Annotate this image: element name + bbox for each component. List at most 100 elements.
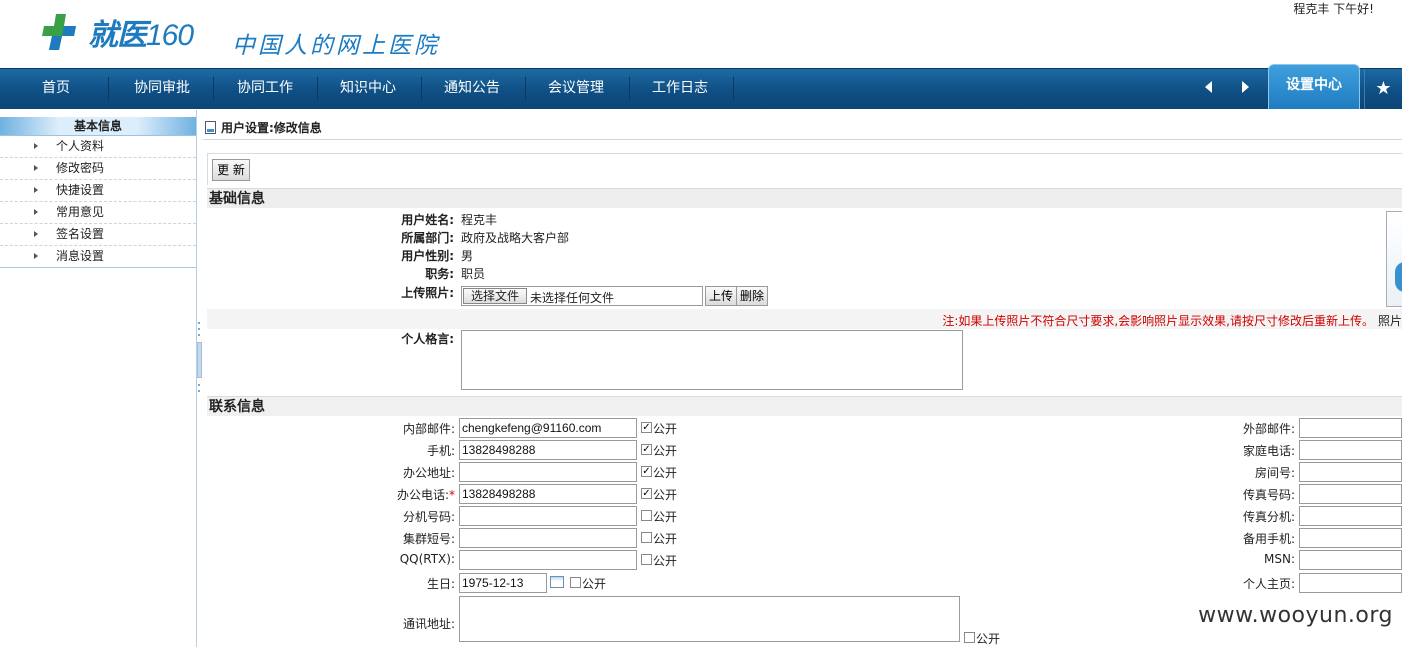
sidebar-item-label: 签名设置 bbox=[56, 227, 105, 241]
homepage-label: 个人主页: bbox=[1242, 577, 1295, 591]
splitter-grip bbox=[198, 328, 200, 330]
office-address-input[interactable] bbox=[459, 462, 637, 482]
arrow-right-icon bbox=[34, 187, 38, 193]
mobile-input[interactable]: 13828498288 bbox=[459, 440, 637, 460]
home-phone-input[interactable] bbox=[1299, 440, 1402, 460]
main-content: 用户设置:修改信息 更 新 基础信息 用户姓名: 程克丰 所属部门: 政府及战略… bbox=[203, 110, 1402, 647]
user-photo bbox=[1386, 211, 1402, 307]
photo-note-row: 注:如果上传照片不符合尺寸要求,会影响照片显示效果,请按尺寸修改后重新上传。 照… bbox=[207, 309, 1402, 329]
upload-button[interactable]: 上传 bbox=[705, 286, 738, 306]
cluster-short-input[interactable] bbox=[459, 528, 637, 548]
public-label: 公开 bbox=[653, 422, 678, 436]
arrow-right-icon bbox=[34, 165, 38, 171]
section-contact-info: 联系信息 bbox=[207, 396, 1402, 416]
sidebar-item-label: 快捷设置 bbox=[56, 183, 105, 197]
nav-item-settings[interactable]: 设置中心 bbox=[1268, 64, 1360, 109]
mailing-address-textarea[interactable] bbox=[459, 596, 960, 642]
external-mail-input[interactable] bbox=[1299, 418, 1402, 438]
sidebar-item-signature[interactable]: 签名设置 bbox=[0, 224, 196, 246]
collapse-sidebar-handle[interactable] bbox=[197, 342, 202, 378]
sidebar-item-password[interactable]: 修改密码 bbox=[0, 158, 196, 180]
motto-textarea[interactable] bbox=[461, 330, 963, 390]
internal-mail-public-checkbox[interactable]: ✓ bbox=[641, 422, 652, 433]
splitter-grip bbox=[198, 322, 200, 324]
public-label: 公开 bbox=[976, 632, 1001, 646]
sidebar-item-profile[interactable]: 个人资料 bbox=[0, 136, 196, 158]
birthday-public-checkbox[interactable] bbox=[570, 577, 581, 588]
room-number-input[interactable] bbox=[1299, 462, 1402, 482]
public-label: 公开 bbox=[653, 444, 678, 458]
photo-note-tail: 照片 bbox=[1377, 314, 1402, 328]
room-number-label: 房间号: bbox=[1254, 466, 1295, 480]
nav-item-knowledge[interactable]: 知识中心 bbox=[316, 69, 420, 109]
extension-input[interactable] bbox=[459, 506, 637, 526]
fax-extension-input[interactable] bbox=[1299, 506, 1402, 526]
delete-photo-button[interactable]: 删除 bbox=[736, 286, 769, 306]
arrow-right-icon bbox=[34, 209, 38, 215]
logo-text: 就医160 bbox=[88, 19, 194, 52]
arrow-right-icon bbox=[34, 253, 38, 259]
arrow-right-icon bbox=[34, 143, 38, 149]
nav-item-home[interactable]: 首页 bbox=[0, 69, 112, 109]
mobile-public-checkbox[interactable]: ✓ bbox=[641, 444, 652, 455]
sidebar-item-label: 修改密码 bbox=[56, 161, 105, 175]
extension-public-checkbox[interactable] bbox=[641, 510, 652, 521]
qq-label: QQ(RTX): bbox=[399, 552, 455, 566]
fax-number-input[interactable] bbox=[1299, 484, 1402, 504]
msn-input[interactable] bbox=[1299, 550, 1402, 570]
qq-input[interactable] bbox=[459, 550, 637, 570]
page-title: 用户设置:修改信息 bbox=[221, 121, 322, 135]
section-basic-info: 基础信息 bbox=[207, 188, 1402, 208]
office-phone-input[interactable]: 13828498288 bbox=[459, 484, 637, 504]
favorite-star-icon[interactable]: ★ bbox=[1364, 69, 1402, 109]
cluster-short-public-checkbox[interactable] bbox=[641, 532, 652, 543]
public-label: 公开 bbox=[653, 488, 678, 502]
qq-public-checkbox[interactable] bbox=[641, 554, 652, 565]
name-label: 用户姓名: bbox=[401, 213, 454, 227]
sidebar-heading[interactable]: 基本信息 bbox=[0, 117, 196, 136]
nav-item-meetings[interactable]: 会议管理 bbox=[524, 69, 628, 109]
backup-mobile-input[interactable] bbox=[1299, 528, 1402, 548]
nav-item-worklog[interactable]: 工作日志 bbox=[628, 69, 732, 109]
photo-file-input[interactable]: 选择文件 未选择任何文件 bbox=[461, 286, 703, 306]
office-phone-public-checkbox[interactable]: ✓ bbox=[641, 488, 652, 499]
address-public-checkbox[interactable] bbox=[964, 632, 975, 643]
external-mail-label: 外部邮件: bbox=[1242, 422, 1295, 436]
birthday-input[interactable]: 1975-12-13 bbox=[459, 573, 547, 593]
motto-label: 个人格言: bbox=[401, 332, 454, 346]
gender-label: 用户性别: bbox=[401, 249, 454, 263]
splitter-grip bbox=[198, 384, 200, 386]
no-file-text: 未选择任何文件 bbox=[530, 291, 615, 305]
nav-item-approval[interactable]: 协同审批 bbox=[110, 69, 214, 109]
office-address-public-checkbox[interactable]: ✓ bbox=[641, 466, 652, 477]
page-header: 就医160 中国人的网上医院 程克丰 下午好! bbox=[0, 0, 1402, 68]
calendar-icon[interactable] bbox=[550, 576, 564, 588]
page-icon bbox=[205, 121, 216, 134]
fax-extension-label: 传真分机: bbox=[1242, 510, 1295, 524]
page-title-bar: 用户设置:修改信息 bbox=[203, 110, 1402, 140]
job-title-label: 职务: bbox=[425, 267, 454, 281]
nav-scroll-left-icon[interactable] bbox=[1205, 81, 1212, 93]
site-logo[interactable]: 就医160 bbox=[40, 10, 194, 54]
sidebar-item-label: 消息设置 bbox=[56, 249, 105, 263]
nav-item-notices[interactable]: 通知公告 bbox=[420, 69, 524, 109]
internal-mail-input[interactable]: chengkefeng@91160.com bbox=[459, 418, 637, 438]
cluster-short-label: 集群短号: bbox=[402, 532, 455, 546]
public-label: 公开 bbox=[653, 466, 678, 480]
sidebar-item-common-opinions[interactable]: 常用意见 bbox=[0, 202, 196, 224]
photo-label: 上传照片: bbox=[401, 286, 454, 300]
choose-file-button[interactable]: 选择文件 bbox=[463, 288, 527, 304]
sidebar-item-messages[interactable]: 消息设置 bbox=[0, 246, 196, 268]
sidebar: 基本信息 个人资料 修改密码 快捷设置 常用意见 签名设置 消息设置 bbox=[0, 110, 197, 647]
public-label: 公开 bbox=[653, 554, 678, 568]
nav-scroll-right-icon[interactable] bbox=[1242, 81, 1249, 93]
splitter-grip bbox=[198, 390, 200, 392]
dept-value: 政府及战略大客户部 bbox=[461, 231, 570, 245]
main-nav: 首页 协同审批 协同工作 知识中心 通知公告 会议管理 工作日志 设置中心 ★ bbox=[0, 64, 1402, 109]
homepage-input[interactable] bbox=[1299, 573, 1402, 593]
msn-label: MSN: bbox=[1264, 552, 1295, 566]
update-button[interactable]: 更 新 bbox=[212, 159, 250, 181]
nav-item-collab-work[interactable]: 协同工作 bbox=[213, 69, 317, 109]
site-slogan: 中国人的网上医院 bbox=[232, 33, 440, 59]
sidebar-item-shortcuts[interactable]: 快捷设置 bbox=[0, 180, 196, 202]
